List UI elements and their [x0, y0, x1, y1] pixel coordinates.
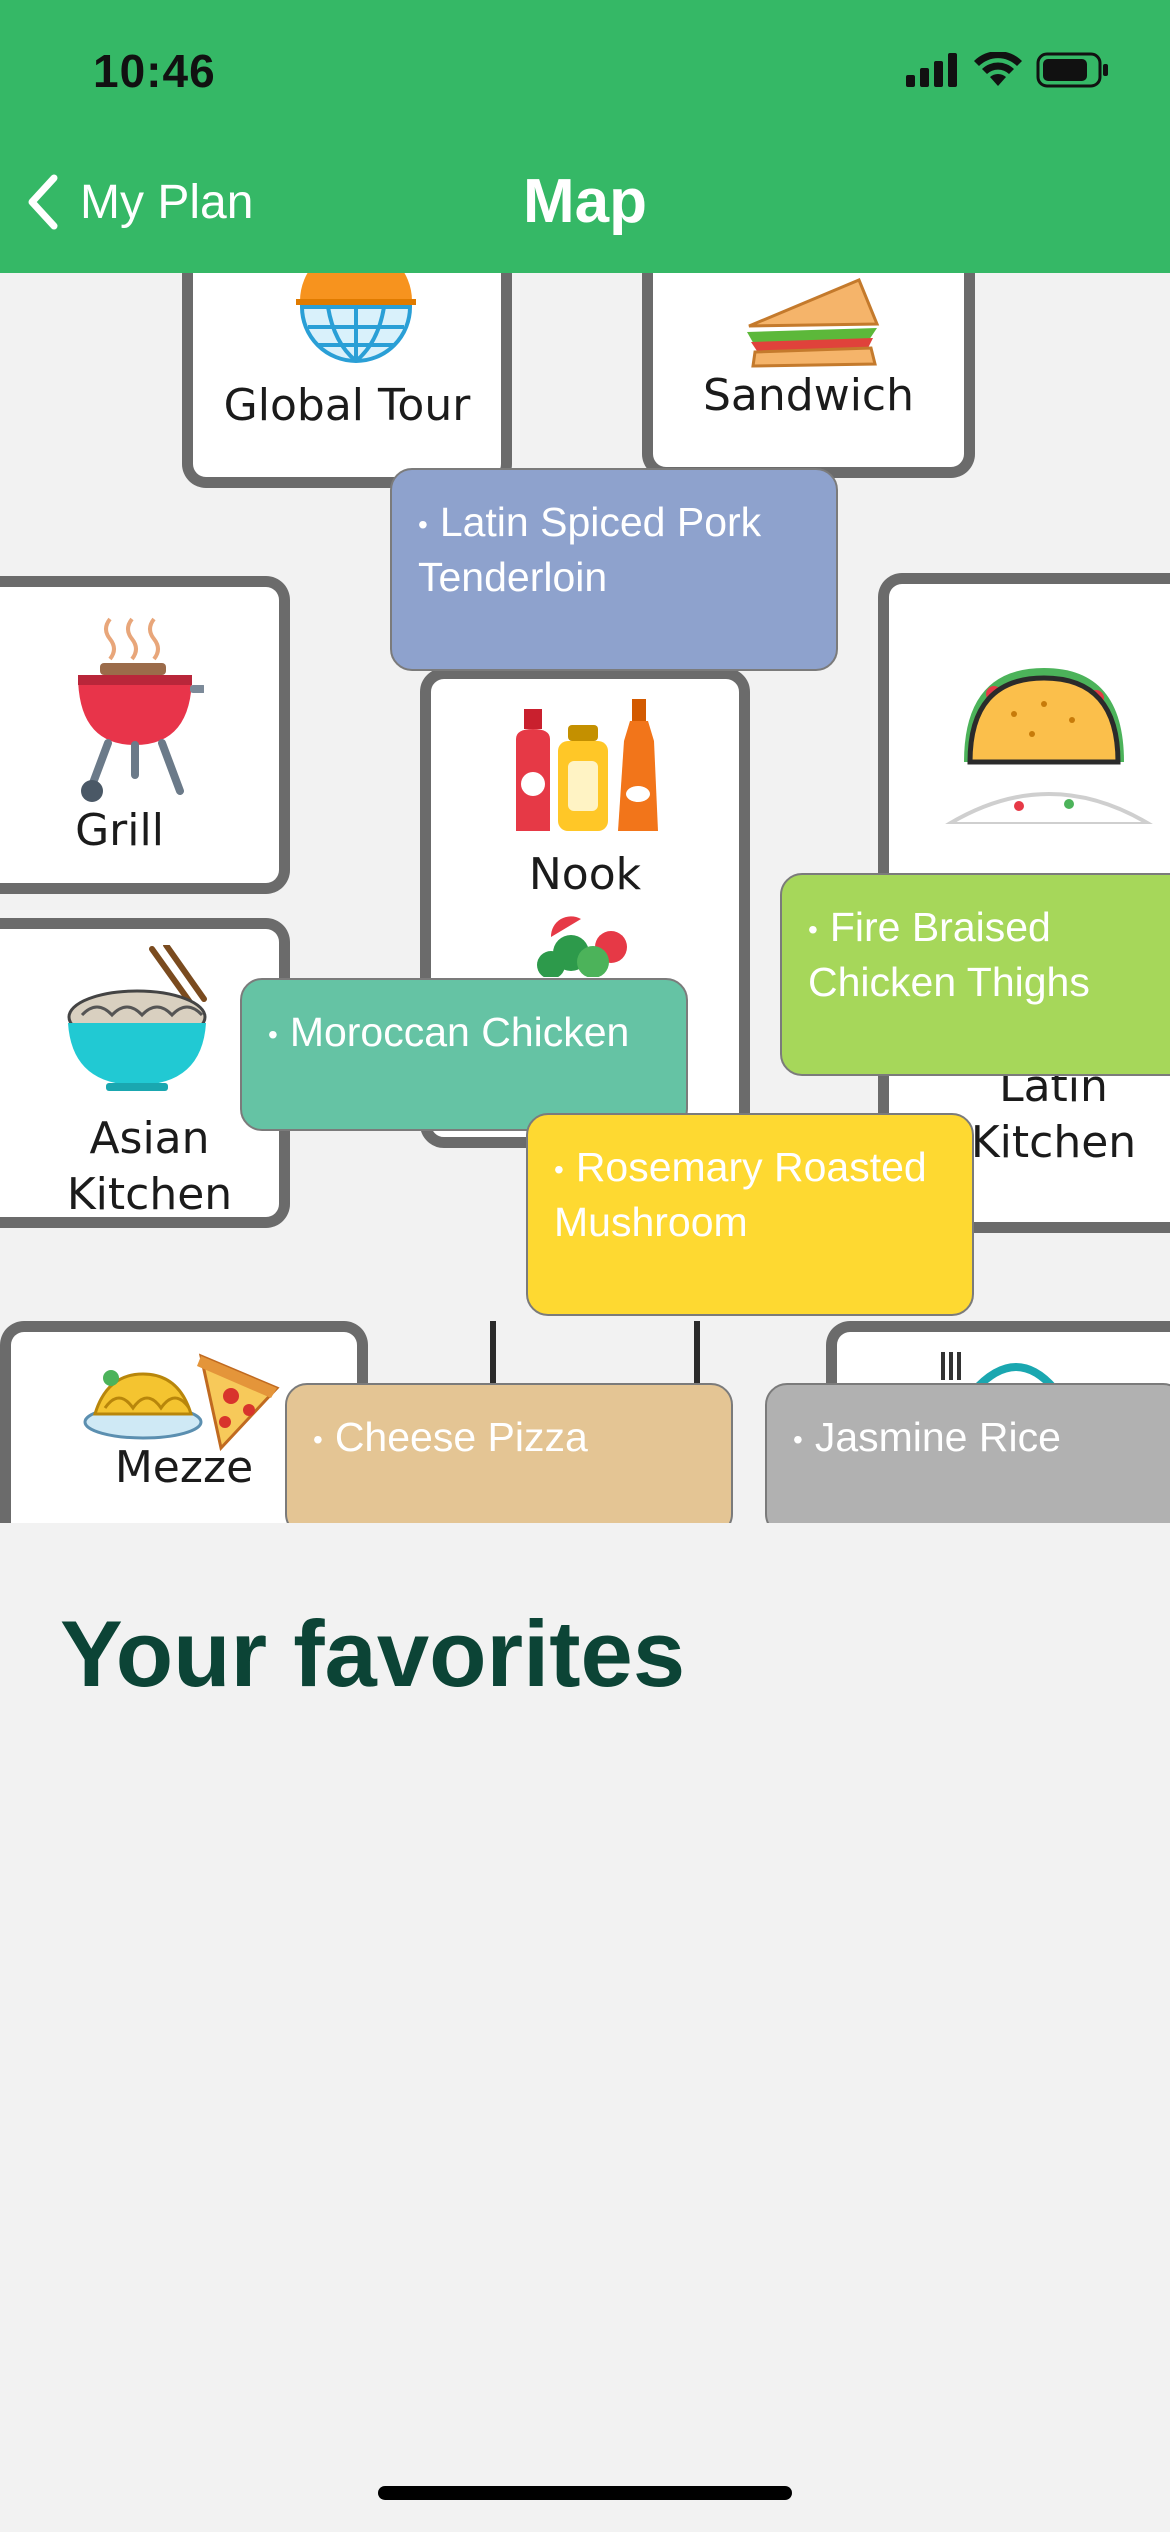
station-grill[interactable]: Grill: [0, 576, 290, 894]
bullet-icon: •: [313, 1424, 323, 1456]
plate-icon: [945, 792, 1153, 824]
favorites-heading: Your favorites: [60, 1601, 686, 1706]
dish-label: Fire Braised Chicken Thighs: [808, 904, 1090, 1006]
bullet-icon: •: [268, 1019, 278, 1051]
dish-pill-jasmine-rice[interactable]: • Jasmine Rice: [765, 1383, 1170, 1523]
bullet-icon: •: [418, 509, 428, 541]
dish-pill-fire-braised-chicken-thighs[interactable]: • Fire Braised Chicken Thighs: [780, 873, 1170, 1076]
status-time: 10:46: [93, 45, 216, 97]
dish-label: Moroccan Chicken: [289, 1009, 630, 1055]
dish-pill-rosemary-roasted-mushroom[interactable]: • Rosemary Roasted Mushroom: [526, 1113, 974, 1316]
battery-icon: [1036, 52, 1108, 88]
grill-icon: [78, 617, 204, 802]
bullet-icon: •: [808, 914, 818, 946]
noodle-bowl-icon: [67, 945, 207, 1091]
dish-label: Cheese Pizza: [334, 1414, 588, 1460]
pasta-pizza-icon: [83, 1353, 280, 1452]
station-sandwich[interactable]: Sandwich: [642, 273, 975, 478]
taco-icon: [964, 668, 1124, 765]
station-label: Sandwich: [703, 370, 914, 421]
station-label: Grill: [75, 805, 164, 856]
condiment-bottles-icon: [516, 699, 658, 831]
station-label: Global Tour: [223, 380, 471, 431]
sandwich-icon: [739, 273, 885, 376]
station-label: Asian Kitchen: [66, 1113, 233, 1220]
home-indicator[interactable]: [378, 2486, 792, 2500]
dish-pill-moroccan-chicken[interactable]: • Moroccan Chicken: [240, 978, 688, 1131]
salad-icon: [537, 916, 627, 977]
bullet-icon: •: [554, 1154, 564, 1186]
food-hall-map[interactable]: Global Tour Sandwich Grill Nook Latin Ki…: [0, 273, 1170, 1523]
dish-pill-cheese-pizza[interactable]: • Cheese Pizza: [285, 1383, 733, 1523]
status-icons: [906, 52, 1110, 88]
dish-label: Rosemary Roasted Mushroom: [554, 1144, 927, 1246]
nav-header: 10:46 My Plan Map: [0, 0, 1170, 273]
dish-label: Jasmine Rice: [814, 1414, 1061, 1460]
wifi-icon: [974, 52, 1022, 86]
page-title: Map: [523, 167, 647, 236]
dish-label: Latin Spiced Pork Tenderloin: [418, 499, 762, 601]
dish-pill-latin-spiced-pork-tenderloin[interactable]: • Latin Spiced Pork Tenderloin: [390, 468, 838, 671]
station-label: Nook: [528, 849, 642, 900]
globe-cloche-icon: [294, 273, 418, 373]
bullet-icon: •: [793, 1424, 803, 1456]
station-global-tour[interactable]: Global Tour: [182, 273, 512, 488]
cellular-signal-icon: [906, 53, 957, 87]
